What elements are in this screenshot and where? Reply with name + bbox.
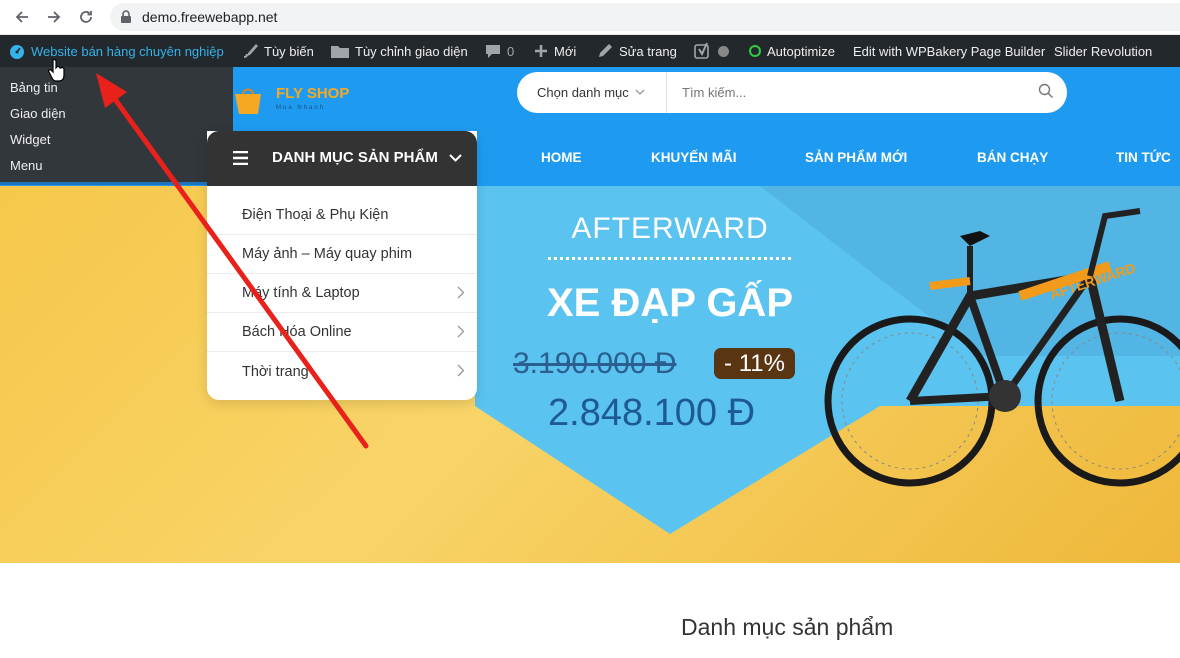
comment-icon (485, 43, 501, 59)
admin-customize-theme-label: Tùy chỉnh giao diện (355, 43, 468, 59)
admin-wpbakery[interactable]: Edit with WPBakery Page Builder (853, 35, 1045, 67)
dropdown-widget[interactable]: Widget (10, 132, 50, 147)
address-bar[interactable]: demo.freewebapp.net (110, 3, 1180, 31)
plus-icon (534, 44, 548, 58)
nav-new-products[interactable]: SẢN PHẨM MỚI (805, 150, 907, 165)
nav-news[interactable]: TIN TỨC (1116, 150, 1171, 165)
browser-toolbar: demo.freewebapp.net (0, 0, 1180, 35)
category-item[interactable]: Máy tính & Laptop (207, 274, 477, 313)
pencil-icon (597, 43, 613, 59)
admin-customize[interactable]: Tùy biến (242, 35, 314, 67)
nav-best-sellers[interactable]: BÁN CHẠY (977, 150, 1048, 165)
category-item[interactable]: Máy ảnh – Máy quay phim (207, 235, 477, 274)
category-select[interactable]: Chọn danh mục (517, 72, 667, 113)
dashboard-icon (9, 43, 25, 59)
admin-customize-theme[interactable]: Tùy chỉnh giao diện (331, 35, 468, 67)
category-item[interactable]: Bách Hóa Online (207, 313, 477, 352)
admin-customize-label: Tùy biến (264, 43, 314, 59)
hero-banner[interactable]: AFTERWARD AFTERWARD XE ĐẠP GẤP 3.190.000… (0, 186, 1180, 563)
hamburger-icon (233, 150, 248, 169)
category-item[interactable]: Thời trang (207, 352, 477, 391)
admin-site-name[interactable]: Website bán hàng chuyên nghiệp (9, 35, 224, 67)
brush-icon (242, 43, 258, 59)
admin-slider-revolution[interactable]: Slider Revolution (1054, 35, 1152, 67)
admin-autoptimize-label: Autoptimize (767, 43, 835, 59)
search-icon[interactable] (1038, 83, 1054, 104)
reload-icon[interactable] (74, 5, 98, 29)
admin-site-name-label: Website bán hàng chuyên nghiệp (31, 43, 224, 59)
lock-icon (120, 10, 132, 29)
site-name-dropdown: Bảng tin Giao diện Widget Menu (0, 67, 233, 185)
bicycle-image (824, 208, 1180, 487)
chevron-down-icon (449, 151, 462, 168)
banner-brand: AFTERWARD (571, 212, 769, 245)
category-select-label: Chọn danh mục (537, 85, 629, 100)
nav-home[interactable]: HOME (541, 150, 582, 165)
chevron-right-icon (457, 286, 465, 303)
banner-old-price: 3.190.000 Đ (513, 347, 677, 380)
section-title: Danh mục sản phẩm (681, 614, 894, 640)
banner-new-price: 2.848.100 Đ (548, 392, 756, 434)
admin-new-label: Mới (554, 43, 577, 59)
wp-admin-bar: Website bán hàng chuyên nghiệp Tùy biến … (0, 35, 1180, 67)
category-menu: DANH MỤC SẢN PHẨM Điện Thoại & Phụ Kiện … (207, 131, 477, 400)
site-logo[interactable]: FLY SHOP Mua Nhanh (233, 78, 363, 118)
comments-count: 0 (507, 43, 515, 59)
admin-edit-page-label: Sửa trang (619, 43, 677, 59)
chevron-down-icon (635, 84, 645, 102)
admin-new[interactable]: Mới (534, 35, 576, 67)
forward-icon[interactable] (42, 5, 66, 29)
category-item-label: Điện Thoại & Phụ Kiện (242, 207, 389, 223)
category-menu-header[interactable]: DANH MỤC SẢN PHẨM (207, 131, 477, 186)
category-item-label: Bách Hóa Online (242, 324, 352, 340)
nav-promotions[interactable]: KHUYẾN MÃI (651, 150, 737, 165)
dropdown-menu[interactable]: Menu (10, 158, 43, 173)
admin-seo[interactable] (694, 35, 729, 67)
autoptimize-status-icon (749, 45, 761, 57)
seo-status-dot (718, 45, 729, 57)
admin-autoptimize[interactable]: Autoptimize (749, 35, 835, 67)
category-item-label: Máy ảnh – Máy quay phim (242, 246, 413, 262)
chevron-right-icon (457, 364, 465, 381)
search-input[interactable] (682, 82, 1022, 103)
dropdown-dashboard[interactable]: Bảng tin (10, 80, 58, 95)
hand-cursor-icon (48, 58, 65, 82)
shopping-bag-icon (233, 84, 271, 121)
category-menu-title: DANH MỤC SẢN PHẨM (272, 149, 438, 166)
discount-badge: - 11% (714, 348, 795, 379)
category-item-label: Thời trang (242, 363, 309, 380)
search-bar: Chọn danh mục (517, 72, 1067, 113)
folder-icon (331, 44, 349, 58)
admin-comments[interactable]: 0 (485, 35, 514, 67)
logo-tagline: Mua Nhanh (276, 105, 326, 111)
back-icon[interactable] (10, 5, 34, 29)
url-text: demo.freewebapp.net (142, 9, 278, 25)
banner-product-title: XE ĐẠP GẤP (547, 281, 793, 325)
dropdown-appearance[interactable]: Giao diện (10, 106, 66, 121)
category-item-label: Máy tính & Laptop (242, 285, 360, 301)
logo-text: FLY SHOP (276, 85, 350, 102)
yoast-icon (694, 42, 712, 60)
banner-divider (548, 257, 791, 260)
category-item[interactable]: Điện Thoại & Phụ Kiện (207, 196, 477, 235)
admin-edit-page[interactable]: Sửa trang (597, 35, 677, 67)
chevron-right-icon (457, 325, 465, 342)
